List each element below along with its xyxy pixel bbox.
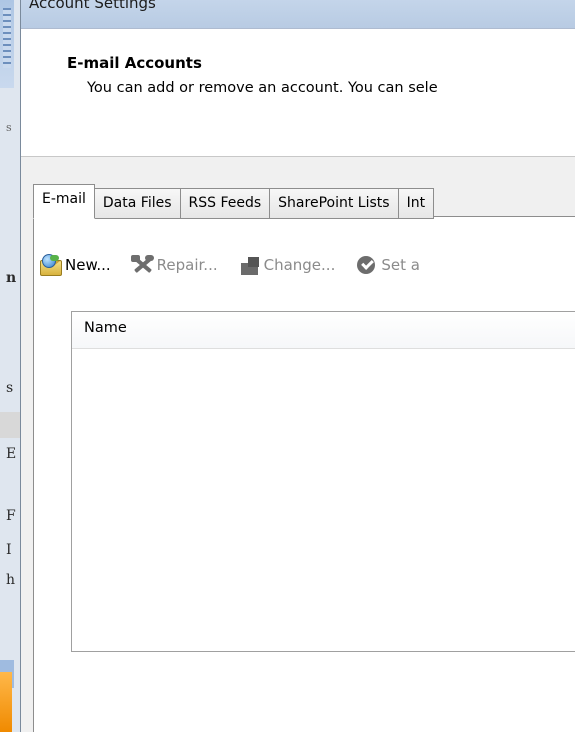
new-account-label: New...: [65, 256, 111, 274]
dialog-header: E-mail Accounts You can add or remove an…: [21, 29, 575, 157]
background-text-fragment: h: [6, 572, 16, 588]
dialog-title: Account Settings: [29, 0, 156, 12]
background-text-fragment: s: [6, 121, 12, 134]
background-text-fragment: F: [6, 508, 16, 524]
tab-rss-feeds[interactable]: RSS Feeds: [180, 188, 271, 219]
set-default-button[interactable]: Set a: [355, 254, 420, 276]
repair-tools-icon: [130, 254, 154, 276]
screen-root: s n s E F I h Account Settings E-mail Ac…: [0, 0, 575, 732]
change-account-icon: [238, 254, 260, 276]
tab-sharepoint-lists[interactable]: SharePoint Lists: [270, 188, 399, 219]
background-toolbar-fragment: [0, 0, 14, 88]
dialog-titlebar[interactable]: Account Settings: [21, 0, 575, 29]
background-window-edge: s n s E F I h: [0, 0, 20, 732]
tab-strip: E-mail Data Files RSS Feeds SharePoint L…: [33, 184, 435, 219]
background-text-fragment: n: [6, 270, 17, 286]
tab-email[interactable]: E-mail: [33, 184, 95, 219]
repair-account-button[interactable]: Repair...: [130, 254, 218, 276]
account-toolbar: New... Repair... Change... Set a: [39, 250, 440, 280]
header-title: E-mail Accounts: [67, 54, 202, 72]
account-settings-dialog: Account Settings E-mail Accounts You can…: [20, 0, 575, 732]
change-account-label: Change...: [263, 256, 336, 274]
tab-internet-calendars[interactable]: Int: [398, 188, 435, 219]
account-list-header: Name: [72, 312, 575, 349]
background-text-fragment: I: [6, 542, 12, 558]
background-orange-fragment: [0, 672, 12, 732]
new-account-button[interactable]: New...: [39, 254, 111, 276]
set-default-label: Set a: [381, 256, 420, 274]
tab-data-files[interactable]: Data Files: [94, 188, 181, 219]
change-account-button[interactable]: Change...: [238, 254, 336, 276]
repair-account-label: Repair...: [156, 256, 218, 274]
checkmark-circle-icon: [355, 254, 377, 276]
account-list[interactable]: Name: [71, 311, 575, 652]
background-text-fragment: E: [6, 446, 17, 462]
column-header-name[interactable]: Name: [84, 320, 127, 336]
header-description: You can add or remove an account. You ca…: [87, 80, 438, 96]
background-selection-band: [0, 412, 20, 438]
new-account-icon: [39, 254, 62, 276]
background-text-fragment: s: [6, 380, 14, 396]
